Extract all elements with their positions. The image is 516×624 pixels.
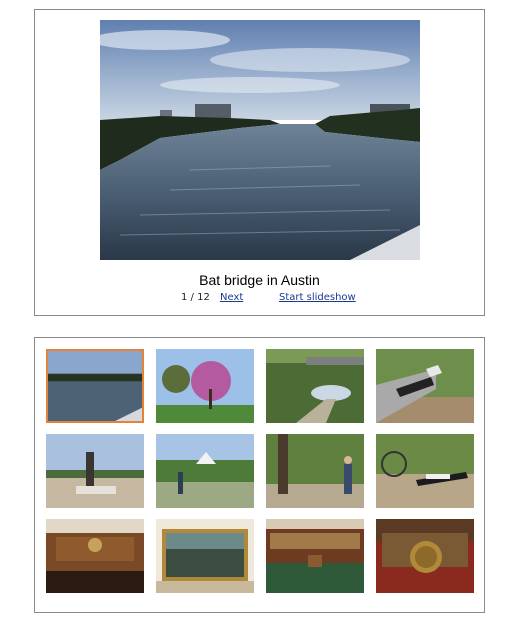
- thumbnail-11[interactable]: [266, 519, 364, 593]
- photo-viewer: Bat bridge in Austin 1 / 12 Next Start s…: [34, 9, 485, 316]
- thumbnail-grid: [34, 337, 485, 613]
- thumbnail-12[interactable]: [376, 519, 474, 593]
- thumbnail-10[interactable]: [156, 519, 254, 593]
- thumbnail-1[interactable]: [46, 349, 144, 423]
- photo-caption: Bat bridge in Austin: [199, 272, 320, 288]
- thumbnail-8[interactable]: [376, 434, 474, 508]
- next-link[interactable]: Next: [220, 292, 243, 303]
- thumbnail-3[interactable]: [266, 349, 364, 423]
- start-slideshow-link[interactable]: Start slideshow: [279, 292, 356, 303]
- thumbnail-6[interactable]: [156, 434, 254, 508]
- thumbnail-2[interactable]: [156, 349, 254, 423]
- thumbnail-7[interactable]: [266, 434, 364, 508]
- thumbnail-5[interactable]: [46, 434, 144, 508]
- thumbnail-9[interactable]: [46, 519, 144, 593]
- photo-counter: 1 / 12: [181, 292, 210, 303]
- thumbnail-4[interactable]: [376, 349, 474, 423]
- main-photo[interactable]: [100, 20, 420, 260]
